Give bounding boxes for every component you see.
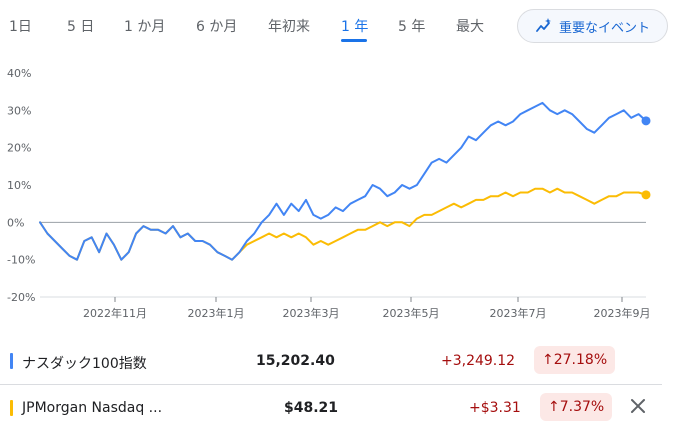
series-color-swatch	[10, 353, 13, 369]
legend-change: +3,249.12	[441, 353, 516, 369]
y-tick-label: 20%	[7, 142, 31, 155]
tab-1d[interactable]: 1日	[9, 16, 32, 36]
arrow-up-icon: ↑	[542, 352, 554, 368]
close-icon	[631, 399, 645, 413]
legend-row-nasdaq100[interactable]: ナスダック100指数 15,202.40 +3,249.12 ↑ 27.18%	[0, 339, 679, 385]
y-tick-label: 0%	[7, 216, 24, 229]
tab-max[interactable]: 最大	[456, 16, 484, 36]
y-tick-label: -10%	[7, 254, 35, 267]
y-tick-label: 30%	[7, 104, 31, 117]
legend-percent-value: 27.18%	[553, 352, 608, 368]
y-tick-label: 10%	[7, 179, 31, 192]
y-tick-label: -20%	[7, 291, 35, 304]
x-tick-label: 2022年11月	[83, 306, 147, 320]
y-tick-label: 40%	[7, 67, 31, 80]
legend-series-name: ナスダック100指数	[22, 356, 147, 372]
key-events-button[interactable]: 重要なイベント	[517, 9, 668, 43]
sparkle-chart-icon	[535, 17, 553, 35]
arrow-up-icon: ↑	[548, 399, 560, 415]
active-tab-indicator	[341, 39, 367, 42]
tab-5d[interactable]: 5 日	[67, 16, 94, 36]
tab-ytd[interactable]: 年初来	[268, 16, 310, 36]
series-color-swatch	[10, 400, 13, 416]
key-events-label: 重要なイベント	[558, 20, 650, 36]
tab-6m[interactable]: 6 か月	[196, 16, 237, 36]
tab-1y[interactable]: 1 年	[341, 16, 368, 36]
tab-5y[interactable]: 5 年	[398, 16, 425, 36]
remove-comparison-button[interactable]	[628, 396, 648, 416]
legend-price: $48.21	[284, 400, 339, 416]
legend-divider	[0, 384, 662, 385]
legend-percent-badge: ↑ 7.37%	[540, 393, 613, 421]
tab-1m[interactable]: 1 か月	[124, 16, 165, 36]
series-endpoint	[641, 116, 651, 126]
x-tick-label: 2023年9月	[594, 306, 651, 320]
comparison-line-chart: 40% 30% 20% 10% 0% -10% -20% 2022年11月 2023年1月 202…	[7, 67, 651, 320]
x-tick-label: 2023年1月	[188, 306, 245, 320]
time-range-tabs: 1日 5 日 1 か月 6 か月 年初来 1 年 5 年 最大 重要なイベント	[0, 0, 679, 56]
x-tick-label: 2023年3月	[283, 306, 340, 320]
legend-percent-badge: ↑ 27.18%	[534, 346, 616, 374]
legend-series-name: JPMorgan Nasdaq ...	[22, 400, 163, 416]
x-tick-label: 2023年5月	[383, 306, 440, 320]
legend-row-jpmorgan[interactable]: JPMorgan Nasdaq ... $48.21 +$3.31 ↑ 7.37…	[0, 386, 679, 432]
series-endpoint	[641, 190, 651, 200]
legend-price: 15,202.40	[256, 353, 335, 369]
x-tick-label: 2023年7月	[490, 306, 547, 320]
legend-change: +$3.31	[469, 400, 521, 416]
legend-percent-value: 7.37%	[559, 399, 605, 415]
